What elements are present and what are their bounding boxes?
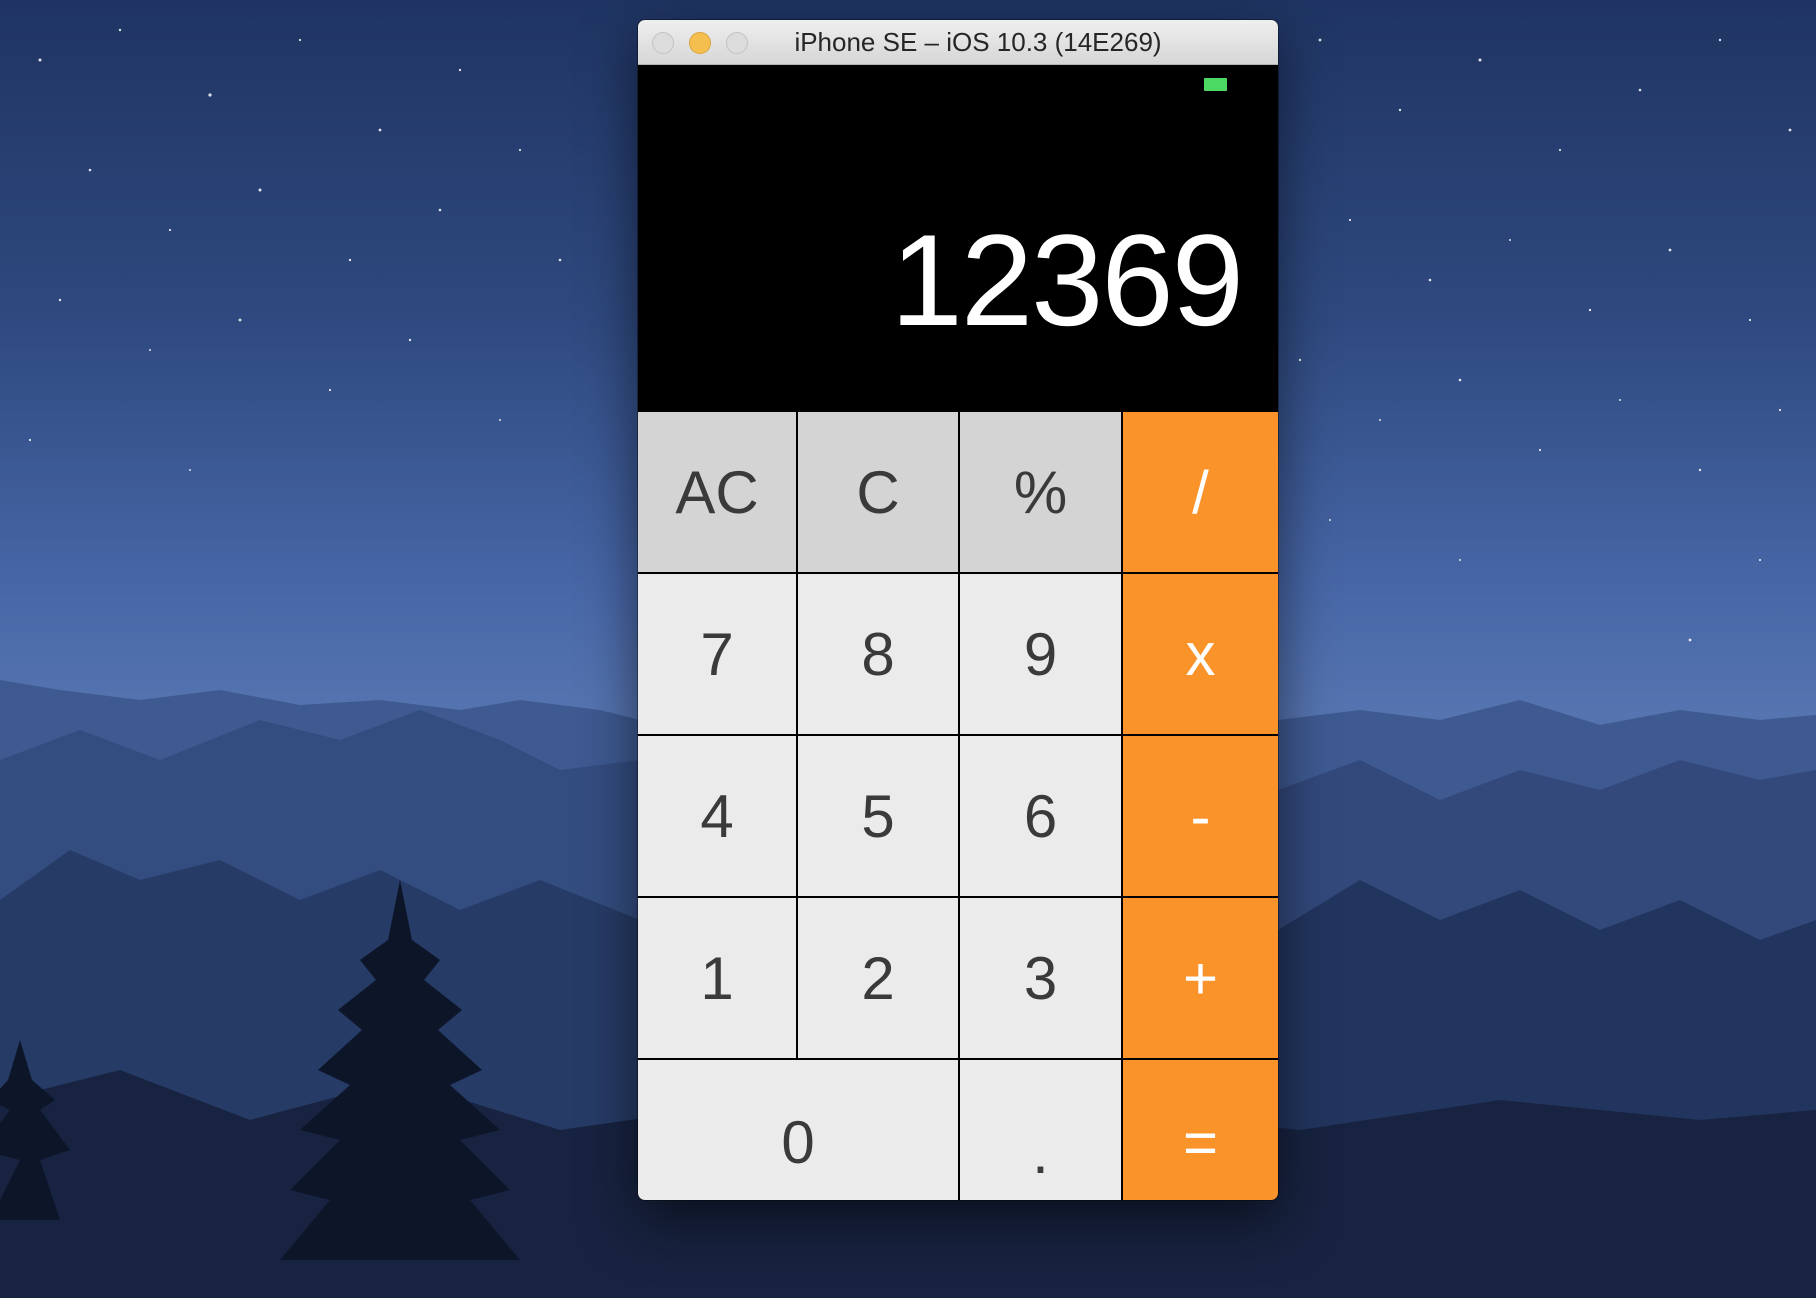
all-clear-button[interactable]: AC [638, 412, 798, 574]
minimize-icon[interactable] [689, 32, 711, 54]
digit-2-button[interactable]: 2 [798, 898, 960, 1060]
subtract-button[interactable]: - [1123, 736, 1278, 898]
decimal-label: . [1032, 1119, 1049, 1186]
simulator-window: iPhone SE – iOS 10.3 (14E269) 12369 AC C… [638, 20, 1278, 1200]
clear-button[interactable]: C [798, 412, 960, 574]
zoom-icon[interactable] [726, 32, 748, 54]
digit-9-button[interactable]: 9 [960, 574, 1123, 736]
close-icon[interactable] [652, 32, 674, 54]
battery-icon [1204, 78, 1227, 91]
window-titlebar[interactable]: iPhone SE – iOS 10.3 (14E269) [638, 20, 1278, 65]
window-title: iPhone SE – iOS 10.3 (14E269) [794, 26, 1162, 57]
digit-4-button[interactable]: 4 [638, 736, 798, 898]
digit-6-button[interactable]: 6 [960, 736, 1123, 898]
calculator-display: 12369 [890, 207, 1244, 353]
percent-button[interactable]: % [960, 412, 1123, 574]
window-controls [652, 32, 748, 54]
digit-1-button[interactable]: 1 [638, 898, 798, 1060]
digit-3-button[interactable]: 3 [960, 898, 1123, 1060]
calculator-keypad: AC C % / 7 8 9 x 4 5 6 - 1 2 3 + 0 . = [638, 412, 1278, 1200]
digit-8-button[interactable]: 8 [798, 574, 960, 736]
digit-0-button[interactable]: 0 [638, 1060, 960, 1200]
add-button[interactable]: + [1123, 898, 1278, 1060]
calculator-screen: 12369 AC C % / 7 8 9 x 4 5 6 - 1 2 3 + 0 [638, 65, 1278, 1200]
digit-5-button[interactable]: 5 [798, 736, 960, 898]
decimal-button[interactable]: . [960, 1060, 1123, 1200]
multiply-button[interactable]: x [1123, 574, 1278, 736]
equals-button[interactable]: = [1123, 1060, 1278, 1200]
digit-7-button[interactable]: 7 [638, 574, 798, 736]
divide-button[interactable]: / [1123, 412, 1278, 574]
